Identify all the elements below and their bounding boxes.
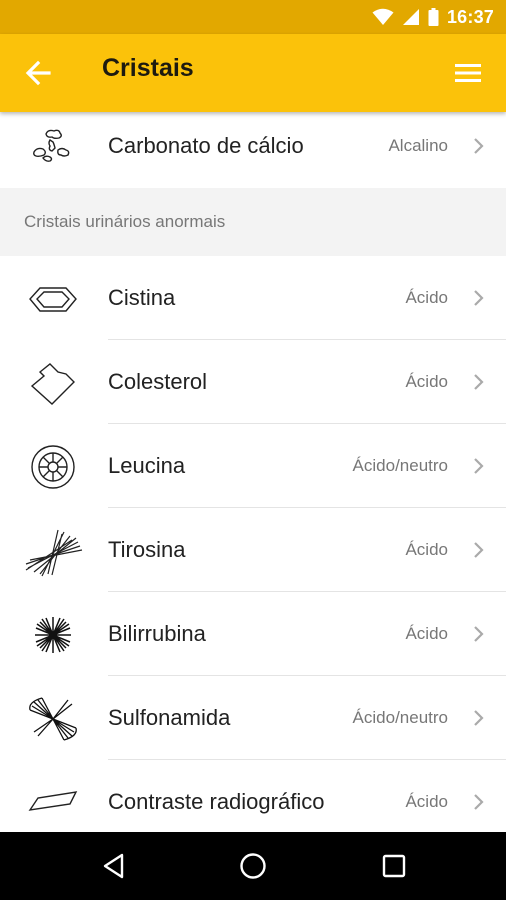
page-title: Cristais: [102, 54, 194, 82]
status-time: 16:37: [446, 6, 494, 27]
hamburger-menu-icon: [455, 64, 481, 82]
chevron-right-icon: [474, 138, 484, 154]
calcium-carbonate-icon: [33, 129, 70, 162]
item-tag: Ácido: [405, 624, 448, 643]
item-label: Cistina: [108, 285, 176, 310]
triangle-back-icon: [103, 853, 124, 879]
tyrosine-icon: [25, 529, 83, 577]
list-item[interactable]: Leucina Ácido/neutro: [0, 424, 506, 508]
chevron-right-icon: [474, 458, 484, 474]
item-label: Contraste radiográfico: [108, 789, 325, 814]
menu-button[interactable]: [448, 53, 488, 93]
list-item[interactable]: Colesterol Ácido: [0, 340, 506, 424]
item-tag: Ácido/neutro: [352, 456, 448, 475]
status-bar: 16:37: [0, 0, 506, 34]
item-tag: Ácido/neutro: [352, 708, 448, 727]
chevron-right-icon: [474, 542, 484, 558]
system-nav-bar: [0, 832, 506, 900]
square-recents-icon: [382, 854, 406, 878]
item-label: Tirosina: [108, 537, 186, 562]
crystal-list: Carbonato de cálcio Alcalino Cristais ur…: [0, 112, 506, 832]
chevron-right-icon: [474, 710, 484, 726]
chevron-right-icon: [474, 374, 484, 390]
item-label: Colesterol: [108, 369, 208, 394]
bilirubin-icon: [35, 617, 71, 653]
list-item[interactable]: Sulfonamida Ácido/neutro: [0, 676, 506, 760]
cystine-icon: [29, 287, 77, 312]
list-item[interactable]: Cistina Ácido: [0, 256, 506, 340]
chevron-right-icon: [474, 626, 484, 642]
sulfonamide-icon: [29, 697, 77, 741]
section-title: Cristais urinários anormais: [24, 212, 226, 231]
item-tag: Alcalino: [388, 136, 448, 155]
item-label: Bilirrubina: [108, 621, 206, 646]
item-tag: Ácido: [405, 540, 448, 559]
radiographic-contrast-icon: [28, 791, 78, 811]
battery-icon: [428, 8, 439, 26]
nav-home-button[interactable]: [233, 846, 273, 886]
item-label: Leucina: [108, 453, 186, 478]
section-header: Cristais urinários anormais: [0, 188, 506, 256]
item-tag: Ácido: [405, 792, 448, 811]
item-label: Carbonato de cálcio: [108, 133, 304, 158]
circle-home-icon: [240, 853, 266, 879]
wifi-icon: [372, 8, 394, 25]
leucine-icon: [31, 445, 75, 489]
item-label: Sulfonamida: [108, 705, 231, 730]
item-tag: Ácido: [405, 288, 448, 307]
status-icons: 16:37: [372, 6, 494, 28]
nav-recents-button[interactable]: [374, 846, 414, 886]
list-item[interactable]: Bilirrubina Ácido: [0, 592, 506, 676]
list-item[interactable]: Carbonato de cálcio Alcalino: [0, 112, 506, 188]
app-bar: Cristais: [0, 34, 506, 112]
cholesterol-icon: [30, 363, 75, 405]
chevron-right-icon: [474, 794, 484, 810]
list-item[interactable]: Contraste radiográfico Ácido: [0, 760, 506, 832]
item-tag: Ácido: [405, 372, 448, 391]
back-button[interactable]: [18, 53, 58, 93]
chevron-right-icon: [474, 290, 484, 306]
nav-back-button[interactable]: [94, 846, 134, 886]
list-item[interactable]: Tirosina Ácido: [0, 508, 506, 592]
signal-icon: [402, 9, 419, 25]
arrow-left-icon: [25, 60, 51, 86]
